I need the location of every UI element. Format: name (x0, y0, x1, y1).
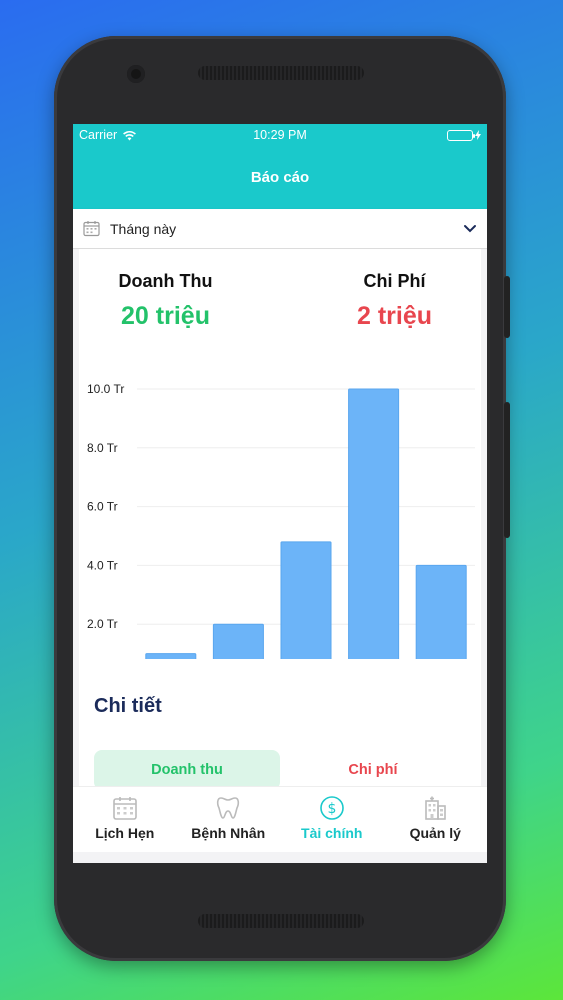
chart-bar (415, 564, 467, 659)
details-tabs: Doanh thu Chi phí (94, 750, 466, 790)
svg-text:$: $ (327, 801, 336, 817)
page-title: Báo cáo (250, 169, 310, 186)
tab-label: Lịch Hẹn (95, 825, 155, 841)
dollar-icon: $ (319, 796, 344, 820)
y-tick-label: 10.0 Tr (87, 382, 124, 396)
revenue-value: 20 triệu (121, 302, 210, 330)
report-content: Doanh Thu 20 triệu Chi Phí 2 triệu 0.0 T… (73, 249, 487, 814)
y-tick-label: 2.0 Tr (87, 617, 118, 631)
hospital-icon (425, 796, 447, 820)
chart-bar (348, 388, 400, 659)
expense-value: 2 triệu (356, 302, 433, 330)
tab-label: Quản lý (409, 825, 461, 841)
status-bar: Carrier 10:29 PM (73, 124, 487, 146)
tab-patients[interactable]: Bệnh Nhân (177, 787, 281, 852)
speaker-grille-bottom (198, 914, 364, 928)
chevron-down-icon[interactable] (463, 224, 477, 233)
tab-finance[interactable]: $ Tài chính (280, 787, 384, 852)
app-screen: Carrier 10:29 PM Báo cáo Tháng này Doanh… (73, 124, 487, 863)
period-selector[interactable]: Tháng này (73, 209, 487, 249)
tab-management[interactable]: Quản lý (384, 787, 488, 852)
speaker-grille (198, 66, 364, 80)
period-label: Tháng này (110, 220, 177, 237)
tab-label: Tài chính (301, 825, 363, 841)
bottom-tab-bar: Lịch Hẹn Bệnh Nhân $ Tài chính Quản lý (73, 786, 487, 852)
power-button (504, 402, 510, 538)
tab-expense[interactable]: Chi phí (280, 750, 466, 790)
volume-button (504, 276, 510, 338)
tab-revenue[interactable]: Doanh thu (94, 750, 280, 790)
calendar-icon (112, 797, 137, 820)
tab-appointments[interactable]: Lịch Hẹn (73, 787, 177, 852)
y-tick-label: 8.0 Tr (87, 441, 118, 455)
carrier: Carrier (79, 128, 137, 142)
battery-icon (447, 129, 481, 141)
y-tick-label: 4.0 Tr (87, 558, 118, 572)
expense-title: Chi Phí (363, 271, 426, 291)
revenue-chart: 0.0 Tr2.0 Tr4.0 Tr6.0 Tr8.0 Tr10.0 Tr123… (87, 382, 475, 659)
wifi-icon (123, 130, 137, 140)
camera-icon (127, 65, 145, 83)
nav-bar: Báo cáo (73, 146, 487, 209)
revenue-summary: Doanh Thu 20 triệu (79, 271, 280, 331)
y-tick-label: 6.0 Tr (87, 500, 118, 514)
details-title: Chi tiết (94, 695, 162, 717)
expense-summary: Chi Phí 2 triệu (280, 271, 481, 331)
carrier-label: Carrier (79, 128, 118, 142)
chart-bar (145, 653, 197, 659)
tooth-icon (217, 797, 240, 819)
revenue-title: Doanh Thu (118, 271, 213, 291)
chart-bar (280, 541, 332, 659)
report-card: Doanh Thu 20 triệu Chi Phí 2 triệu 0.0 T… (79, 249, 481, 814)
bottom-strip (73, 852, 487, 863)
charging-icon (475, 130, 481, 140)
summary: Doanh Thu 20 triệu Chi Phí 2 triệu (79, 271, 481, 331)
calendar-icon (83, 221, 100, 237)
chart-bar (212, 623, 264, 659)
tab-label: Bệnh Nhân (191, 825, 266, 841)
